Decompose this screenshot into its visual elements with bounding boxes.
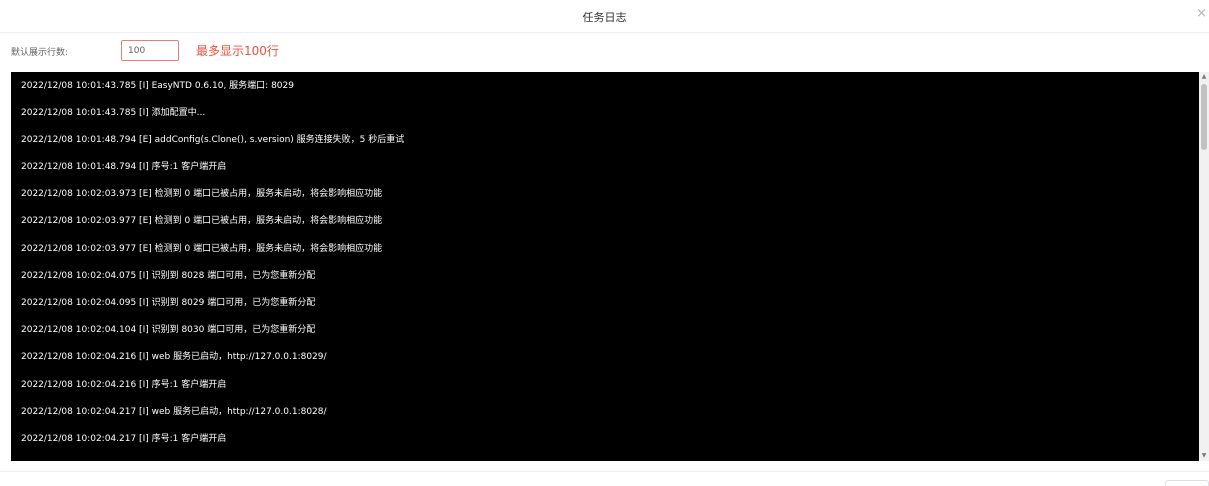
dialog-title: 任务日志	[582, 11, 627, 24]
row-count-input[interactable]	[121, 40, 179, 61]
log-line: 2022/12/08 10:01:48.794 [I] 序号:1 客户端开启	[21, 162, 227, 173]
task-log-dialog: 任务日志 × 默认展示行数: 最多显示100行 2022/12/08 10:01…	[0, 0, 1209, 486]
scrollbar-thumb[interactable]	[1201, 84, 1207, 150]
log-line: 2022/12/08 10:02:04.217 [I] web 服务已启动，ht…	[21, 406, 327, 417]
log-line: 2022/12/08 10:02:03.977 [E] 检测到 0 端口已被占用…	[21, 216, 383, 227]
dialog-header: 任务日志 ×	[0, 0, 1209, 33]
log-line: 2022/12/08 10:02:03.977 [E] 检测到 0 端口已被占用…	[21, 243, 383, 254]
log-scrollbar[interactable]: ▲ ▼	[1199, 72, 1209, 461]
log-line: 2022/12/08 10:02:04.217 [I] 序号:1 客户端开启	[21, 433, 227, 444]
scroll-up-icon[interactable]: ▲	[1199, 72, 1209, 82]
close-icon[interactable]: ×	[1196, 7, 1207, 21]
log-line: 2022/12/08 10:02:04.216 [I] web 服务已启动，ht…	[21, 352, 327, 363]
log-line: 2022/12/08 10:02:04.216 [I] 序号:1 客户端开启	[21, 379, 227, 390]
log-line: 2022/12/08 10:02:03.973 [E] 检测到 0 端口已被占用…	[21, 189, 383, 200]
row-count-setting: 默认展示行数: 最多显示100行	[0, 33, 1209, 71]
log-line: 2022/12/08 10:02:04.075 [I] 识别到 8028 端口可…	[21, 270, 316, 281]
log-line: 2022/12/08 10:02:04.095 [I] 识别到 8029 端口可…	[21, 298, 316, 308]
log-line: 2022/12/08 10:01:43.785 [I] 添加配置中...	[21, 107, 206, 118]
log-line: 2022/12/08 10:02:04.104 [I] 识别到 8030 端口可…	[21, 325, 316, 336]
log-output-panel[interactable]: 2022/12/08 10:01:43.785 [I] EasyNTD 0.6.…	[11, 72, 1199, 461]
dialog-footer	[0, 471, 1209, 486]
row-count-label: 默认展示行数:	[11, 48, 69, 58]
footer-button[interactable]	[1165, 480, 1209, 486]
log-line: 2022/12/08 10:01:43.785 [I] EasyNTD 0.6.…	[21, 80, 294, 91]
max-rows-hint: 最多显示100行	[196, 44, 279, 58]
scroll-down-icon[interactable]: ▼	[1199, 451, 1209, 461]
log-line: 2022/12/08 10:01:48.794 [E] addConfig(s.…	[21, 134, 405, 145]
